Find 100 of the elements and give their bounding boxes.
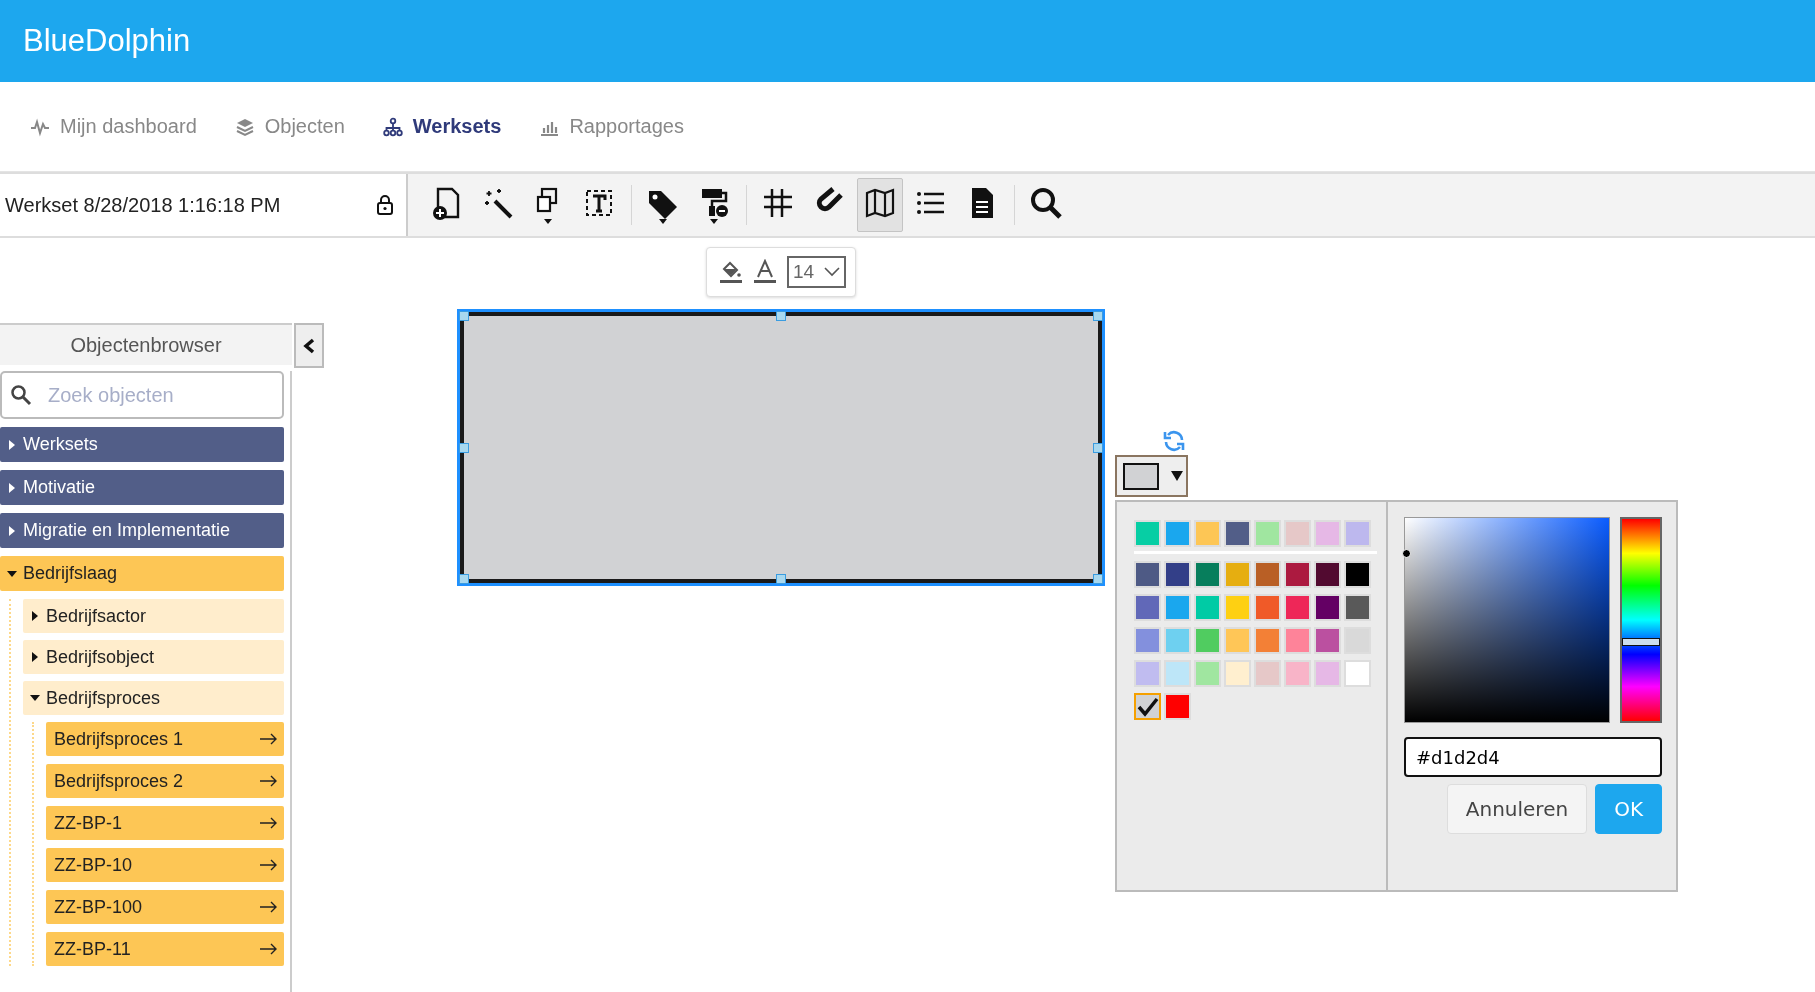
- resize-handle[interactable]: [776, 574, 786, 584]
- color-swatch[interactable]: [1254, 594, 1281, 621]
- color-swatch[interactable]: [1314, 594, 1341, 621]
- color-swatch[interactable]: [1224, 520, 1251, 547]
- color-swatch[interactable]: [1224, 660, 1251, 687]
- caret-right-icon: [7, 482, 17, 493]
- tree-item[interactable]: Bedrijfsobject: [23, 640, 284, 674]
- panel-title: Objectenbrowser: [0, 323, 292, 365]
- color-swatch[interactable]: [1314, 520, 1341, 547]
- tree-item[interactable]: Motivatie: [0, 470, 284, 505]
- color-swatch[interactable]: [1164, 627, 1191, 654]
- toolbar-button[interactable]: [857, 178, 903, 232]
- caret-down-icon: [7, 568, 17, 579]
- color-swatch[interactable]: [1194, 520, 1221, 547]
- caret-right-icon: [7, 439, 17, 450]
- color-swatch[interactable]: [1344, 520, 1371, 547]
- tree-item[interactable]: Werksets: [0, 427, 284, 462]
- resize-handle[interactable]: [776, 311, 786, 321]
- resize-handle[interactable]: [459, 311, 469, 321]
- color-swatch[interactable]: [1134, 660, 1161, 687]
- color-dropdown[interactable]: [1115, 455, 1188, 497]
- arrow-right-icon: [260, 943, 278, 955]
- arrow-right-icon: [260, 733, 278, 745]
- chevron-left-icon: [303, 337, 315, 354]
- color-swatch[interactable]: [1284, 594, 1311, 621]
- lock-icon: [376, 194, 394, 216]
- color-swatch[interactable]: [1254, 561, 1281, 588]
- layers-icon: [234, 116, 255, 137]
- cancel-button[interactable]: Annuleren: [1446, 784, 1588, 834]
- color-swatch[interactable]: [1284, 660, 1311, 687]
- color-swatch[interactable]: [1134, 693, 1161, 720]
- color-swatch[interactable]: [1284, 561, 1311, 588]
- color-swatch[interactable]: [1134, 627, 1161, 654]
- color-swatch[interactable]: [1164, 594, 1191, 621]
- color-swatch[interactable]: [1254, 660, 1281, 687]
- tree-item[interactable]: Migratie en Implementatie: [0, 513, 284, 548]
- app-title: BlueDolphin: [23, 23, 191, 59]
- color-swatch[interactable]: [1164, 660, 1191, 687]
- caret-down-icon: [1171, 471, 1183, 481]
- fill-bucket-icon[interactable]: [719, 259, 743, 285]
- resize-handle[interactable]: [1093, 574, 1103, 584]
- search-field[interactable]: Zoek objecten: [0, 371, 284, 419]
- color-swatch[interactable]: [1224, 594, 1251, 621]
- saturation-value-area[interactable]: [1404, 517, 1610, 723]
- color-swatch[interactable]: [1164, 693, 1191, 720]
- caret-right-icon: [30, 652, 40, 662]
- refresh-icon[interactable]: [1161, 428, 1187, 454]
- nav-tab[interactable]: Werksets: [382, 115, 502, 138]
- color-swatch[interactable]: [1344, 594, 1371, 621]
- color-swatch[interactable]: [1134, 520, 1161, 547]
- hierarchy-icon: [382, 116, 403, 137]
- color-swatch[interactable]: [1224, 561, 1251, 588]
- hue-slider[interactable]: [1620, 517, 1662, 723]
- font-size-dropdown[interactable]: 14: [787, 256, 847, 288]
- color-swatch[interactable]: [1194, 627, 1221, 654]
- color-swatch[interactable]: [1194, 594, 1221, 621]
- tree-item[interactable]: ZZ-BP-100: [46, 890, 284, 924]
- tree-item[interactable]: ZZ-BP-1: [46, 806, 284, 840]
- color-swatch[interactable]: [1164, 520, 1191, 547]
- werkset-name-field[interactable]: Werkset 8/28/2018 1:16:18 PM: [0, 174, 408, 236]
- arrow-right-icon: [260, 901, 278, 913]
- color-swatch[interactable]: [1344, 660, 1371, 687]
- resize-handle[interactable]: [459, 574, 469, 584]
- color-swatch[interactable]: [1254, 627, 1281, 654]
- collapse-button[interactable]: [294, 323, 324, 368]
- color-swatch[interactable]: [1224, 627, 1251, 654]
- color-swatch[interactable]: [1164, 561, 1191, 588]
- color-swatch[interactable]: [1284, 520, 1311, 547]
- tree-item[interactable]: Bedrijfslaag: [0, 556, 284, 591]
- color-swatch[interactable]: [1314, 627, 1341, 654]
- text-color-icon[interactable]: [753, 259, 777, 285]
- color-swatch[interactable]: [1344, 561, 1371, 588]
- color-swatch[interactable]: [1284, 627, 1311, 654]
- nav-tab[interactable]: Rapportages: [539, 115, 684, 138]
- rectangle-shape[interactable]: [460, 312, 1102, 583]
- tree-item[interactable]: Bedrijfsproces: [23, 681, 284, 715]
- hex-input[interactable]: #d1d2d4: [1404, 737, 1662, 777]
- slider-thumb[interactable]: [1622, 638, 1660, 647]
- tree-item[interactable]: Bedrijfsproces 2: [46, 764, 284, 798]
- color-swatch[interactable]: [1134, 561, 1161, 588]
- current-color-swatch: [1123, 462, 1159, 490]
- tree-item[interactable]: ZZ-BP-11: [46, 932, 284, 966]
- color-swatch[interactable]: [1194, 561, 1221, 588]
- color-swatch[interactable]: [1314, 561, 1341, 588]
- resize-handle[interactable]: [1093, 442, 1103, 453]
- checkmark-icon: [1136, 696, 1159, 717]
- tree-item[interactable]: Bedrijfsproces 1: [46, 722, 284, 756]
- caret-down-icon: [30, 693, 40, 703]
- color-swatch[interactable]: [1194, 660, 1221, 687]
- arrow-right-icon: [260, 817, 278, 829]
- color-swatch[interactable]: [1314, 660, 1341, 687]
- resize-handle[interactable]: [1093, 311, 1103, 321]
- resize-handle[interactable]: [459, 442, 469, 453]
- caret-right-icon: [30, 611, 40, 621]
- color-swatch[interactable]: [1254, 520, 1281, 547]
- color-swatch[interactable]: [1134, 594, 1161, 621]
- tree-item[interactable]: ZZ-BP-10: [46, 848, 284, 882]
- nav-tab[interactable]: Objecten: [234, 115, 345, 138]
- tree-item[interactable]: Bedrijfsactor: [23, 599, 284, 633]
- nav-tab[interactable]: Mijn dashboard: [30, 115, 197, 138]
